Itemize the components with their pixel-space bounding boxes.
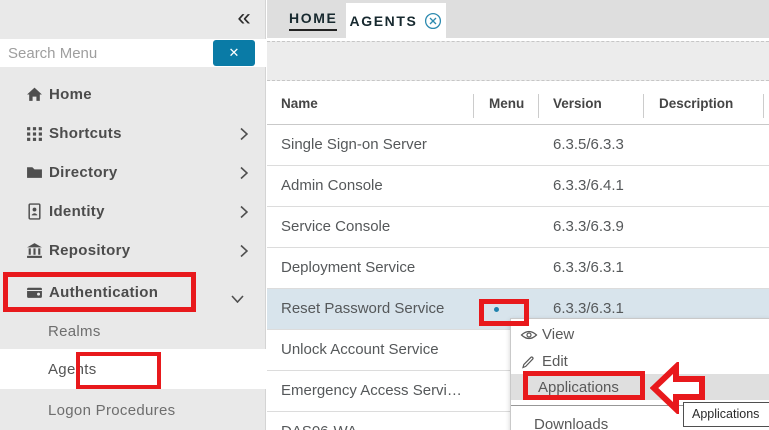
app-window: « ✕ Home Shortcuts Directory Identity Re… bbox=[0, 0, 769, 430]
column-separator bbox=[473, 94, 474, 118]
sidebar-item-label: Identity bbox=[49, 203, 105, 220]
chevron-right-icon bbox=[240, 244, 248, 257]
table-row[interactable]: Deployment Service 6.3.3/6.3.1 bbox=[267, 248, 769, 289]
tab-agents-label: AGENTS bbox=[350, 13, 418, 29]
sidebar-item-identity[interactable]: Identity bbox=[0, 192, 266, 231]
sidebar-item-label: Shortcuts bbox=[49, 125, 122, 142]
sidebar-collapse-icon[interactable]: « bbox=[230, 4, 258, 32]
agent-name: Emergency Access Servi… bbox=[281, 371, 462, 411]
agent-name: Deployment Service bbox=[281, 248, 415, 288]
sidebar-item-realms[interactable]: Realms bbox=[0, 312, 266, 351]
sidebar-item-logon-procedures[interactable]: Logon Procedures bbox=[0, 391, 266, 430]
column-separator bbox=[763, 94, 764, 118]
toolbar-dropzone bbox=[267, 41, 769, 81]
agent-version: 6.3.3/6.3.1 bbox=[553, 248, 624, 288]
column-header-description[interactable]: Description bbox=[659, 96, 733, 111]
sidebar-item-label: Authentication bbox=[49, 284, 158, 301]
agent-name: Single Sign-on Server bbox=[281, 125, 427, 165]
folder-icon bbox=[26, 164, 43, 181]
agent-name: Admin Console bbox=[281, 166, 383, 206]
agent-version: 6.3.3/6.4.1 bbox=[553, 166, 624, 206]
sidebar-item-label: Home bbox=[49, 86, 92, 103]
grid-icon bbox=[26, 125, 43, 142]
tab-agents[interactable]: AGENTS bbox=[346, 3, 446, 38]
context-menu-label: View bbox=[542, 326, 574, 343]
table-row[interactable]: Service Console 6.3.3/6.3.9 bbox=[267, 207, 769, 248]
wallet-icon bbox=[26, 284, 43, 301]
home-icon bbox=[26, 86, 43, 103]
column-header-menu[interactable]: Menu bbox=[489, 96, 524, 111]
tooltip-text: Applications bbox=[692, 407, 759, 421]
agent-version: 6.3.3/6.3.9 bbox=[553, 207, 624, 247]
table-row[interactable]: Single Sign-on Server 6.3.5/6.3.3 bbox=[267, 125, 769, 166]
chevron-right-icon bbox=[240, 127, 248, 140]
sidebar-item-authentication[interactable]: Authentication bbox=[0, 273, 266, 312]
tooltip: Applications bbox=[683, 402, 769, 427]
column-separator bbox=[538, 94, 539, 118]
pencil-icon bbox=[520, 355, 538, 369]
table-row[interactable]: Admin Console 6.3.3/6.4.1 bbox=[267, 166, 769, 207]
column-separator bbox=[643, 94, 644, 118]
row-menu-dot-icon[interactable] bbox=[494, 307, 499, 312]
column-header-version[interactable]: Version bbox=[553, 96, 602, 111]
sidebar-item-directory[interactable]: Directory bbox=[0, 153, 266, 192]
chevron-right-icon bbox=[240, 166, 248, 179]
context-menu-item-view[interactable]: View bbox=[511, 321, 769, 348]
sidebar-item-home[interactable]: Home bbox=[0, 75, 266, 114]
sidebar-item-label: Directory bbox=[49, 164, 118, 181]
id-card-icon bbox=[26, 203, 43, 220]
chevron-down-icon bbox=[231, 295, 244, 303]
tab-close-icon[interactable] bbox=[424, 12, 442, 30]
context-menu-item-edit[interactable]: Edit bbox=[511, 348, 769, 375]
column-header-name[interactable]: Name bbox=[281, 96, 318, 111]
agent-name: Service Console bbox=[281, 207, 390, 247]
chevron-right-icon bbox=[240, 205, 248, 218]
agent-name: Reset Password Service bbox=[281, 289, 444, 329]
sidebar-item-label: Agents bbox=[48, 361, 97, 378]
agent-name: Unlock Account Service bbox=[281, 330, 439, 370]
sidebar-item-label: Realms bbox=[48, 323, 101, 340]
sidebar-item-label: Logon Procedures bbox=[48, 402, 175, 419]
context-menu-label: Downloads bbox=[534, 416, 608, 430]
tab-bar bbox=[267, 0, 769, 38]
context-menu-label: Applications bbox=[538, 379, 619, 396]
agent-version: 6.3.5/6.3.3 bbox=[553, 125, 624, 165]
sidebar-item-label: Repository bbox=[49, 242, 130, 259]
search-clear-button[interactable]: ✕ bbox=[213, 40, 255, 66]
sidebar-item-repository[interactable]: Repository bbox=[0, 231, 266, 270]
agent-name: DAS06-WA bbox=[281, 412, 357, 430]
sidebar-item-shortcuts[interactable]: Shortcuts bbox=[0, 114, 266, 153]
tab-home[interactable]: HOME bbox=[289, 10, 337, 31]
context-menu-label: Edit bbox=[542, 353, 568, 370]
context-menu-item-applications[interactable]: Applications bbox=[511, 374, 769, 400]
eye-icon bbox=[520, 328, 538, 342]
sidebar-item-agents[interactable]: Agents bbox=[0, 350, 266, 389]
bank-icon bbox=[26, 242, 43, 259]
